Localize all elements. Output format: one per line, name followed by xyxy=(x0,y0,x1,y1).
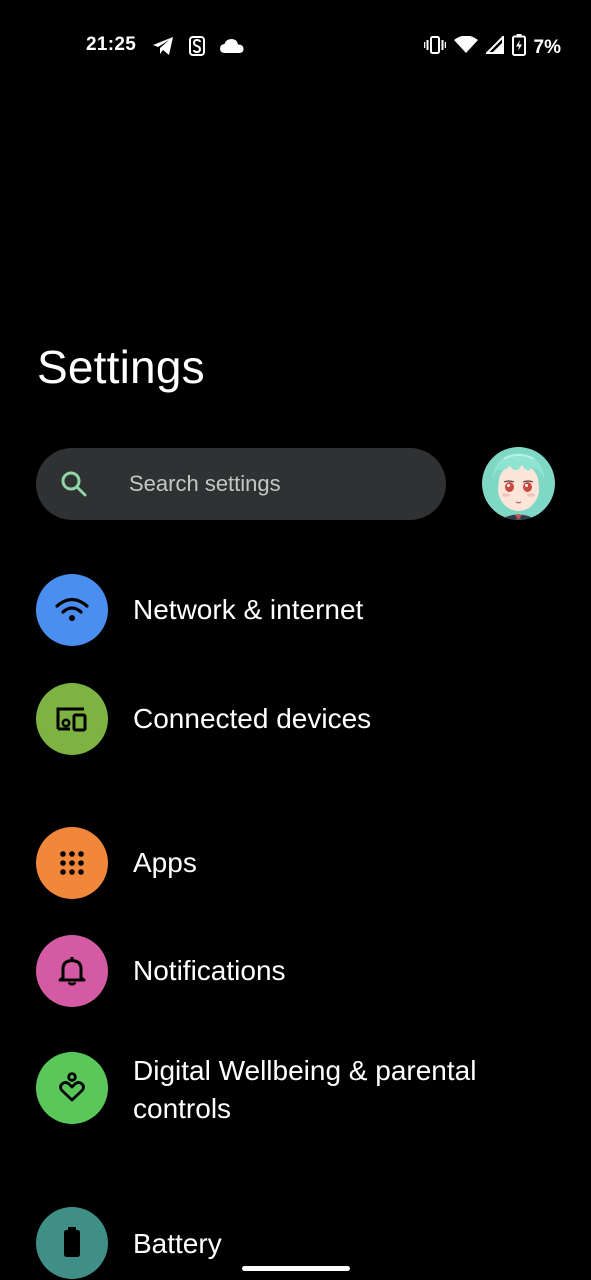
status-time: 21:25 xyxy=(86,34,137,55)
search-placeholder: Search settings xyxy=(129,471,281,496)
setting-label: Network & internet xyxy=(133,594,364,625)
apps-grid-icon xyxy=(36,827,108,899)
cell-signal-icon xyxy=(484,34,504,59)
setting-label: Notifications xyxy=(133,955,286,986)
vibrate-icon xyxy=(423,36,446,59)
status-right-icons: 7% xyxy=(423,34,561,61)
s-app-icon xyxy=(188,36,206,61)
cloud-icon xyxy=(220,38,244,59)
battery-charging-icon xyxy=(511,34,526,61)
setting-label: Battery xyxy=(133,1228,222,1259)
wellbeing-icon xyxy=(36,1052,108,1124)
wifi-icon xyxy=(36,574,108,646)
setting-digital-wellbeing[interactable]: Digital Wellbeing & parental controls xyxy=(0,1052,591,1132)
battery-icon xyxy=(36,1207,108,1279)
battery-percent: 7% xyxy=(533,36,561,58)
devices-icon xyxy=(36,683,108,755)
page-title: Settings xyxy=(37,341,205,393)
search-icon xyxy=(60,470,88,498)
setting-label: Digital Wellbeing & parental controls xyxy=(133,1055,477,1124)
setting-label: Connected devices xyxy=(133,703,372,734)
bell-icon xyxy=(36,935,108,1007)
setting-apps[interactable]: Apps xyxy=(0,827,591,899)
wifi-icon xyxy=(453,35,478,59)
setting-label: Apps xyxy=(133,847,197,878)
gesture-nav-handle[interactable] xyxy=(242,1266,350,1271)
setting-connected-devices[interactable]: Connected devices xyxy=(0,683,591,755)
search-bar[interactable]: Search settings xyxy=(36,448,446,520)
status-bar: 21:25 7% xyxy=(0,28,591,64)
avatar[interactable] xyxy=(482,447,555,520)
status-left-icons xyxy=(152,36,244,61)
setting-notifications[interactable]: Notifications xyxy=(0,935,591,1007)
telegram-icon xyxy=(152,36,174,61)
setting-network-internet[interactable]: Network & internet xyxy=(0,574,591,646)
